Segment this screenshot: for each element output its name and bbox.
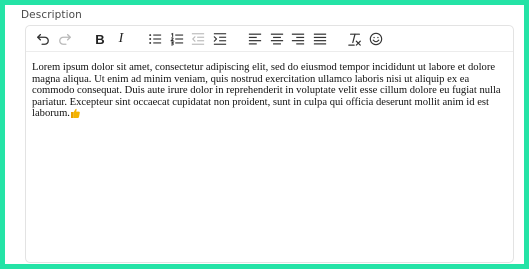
emoji-button[interactable] <box>367 30 385 48</box>
align-justify-button[interactable] <box>311 30 329 48</box>
content-text: Lorem ipsum dolor sit amet, consectetur … <box>32 62 501 120</box>
indent-button[interactable] <box>211 30 229 48</box>
numbered-list-button[interactable] <box>168 30 186 48</box>
align-right-button[interactable] <box>289 30 307 48</box>
indent-icon <box>213 33 227 45</box>
clear-formatting-icon <box>348 33 361 46</box>
rich-text-editor[interactable]: B I Lorem ipsum dolor sit amet, consecte… <box>25 25 514 263</box>
bold-icon: B <box>95 31 105 47</box>
undo-button[interactable] <box>34 30 52 48</box>
undo-icon <box>37 33 49 45</box>
bold-button[interactable]: B <box>91 30 109 48</box>
redo-icon <box>59 33 71 45</box>
align-right-icon <box>291 33 305 45</box>
numbered-list-icon <box>170 32 184 46</box>
italic-icon: I <box>118 31 124 46</box>
align-left-button[interactable] <box>246 30 264 48</box>
align-left-icon <box>248 33 262 45</box>
align-justify-icon <box>313 33 327 45</box>
editor-toolbar: B I <box>26 26 513 52</box>
outdent-button[interactable] <box>189 30 207 48</box>
highlight-frame: Description B I Lorem ipsum dolor sit am… <box>0 0 529 269</box>
redo-button[interactable] <box>56 30 74 48</box>
italic-button[interactable]: I <box>112 30 130 48</box>
emoji-icon <box>369 32 383 46</box>
align-center-button[interactable] <box>268 30 286 48</box>
bullet-list-button[interactable] <box>146 30 164 48</box>
align-center-icon <box>270 33 284 45</box>
description-label: Description <box>21 9 82 21</box>
bullet-list-icon <box>149 34 162 44</box>
clear-formatting-button[interactable] <box>346 30 364 48</box>
thumbs-up-icon <box>70 109 80 119</box>
outdent-icon <box>191 33 205 45</box>
editor-content[interactable]: Lorem ipsum dolor sit amet, consectetur … <box>32 62 510 120</box>
